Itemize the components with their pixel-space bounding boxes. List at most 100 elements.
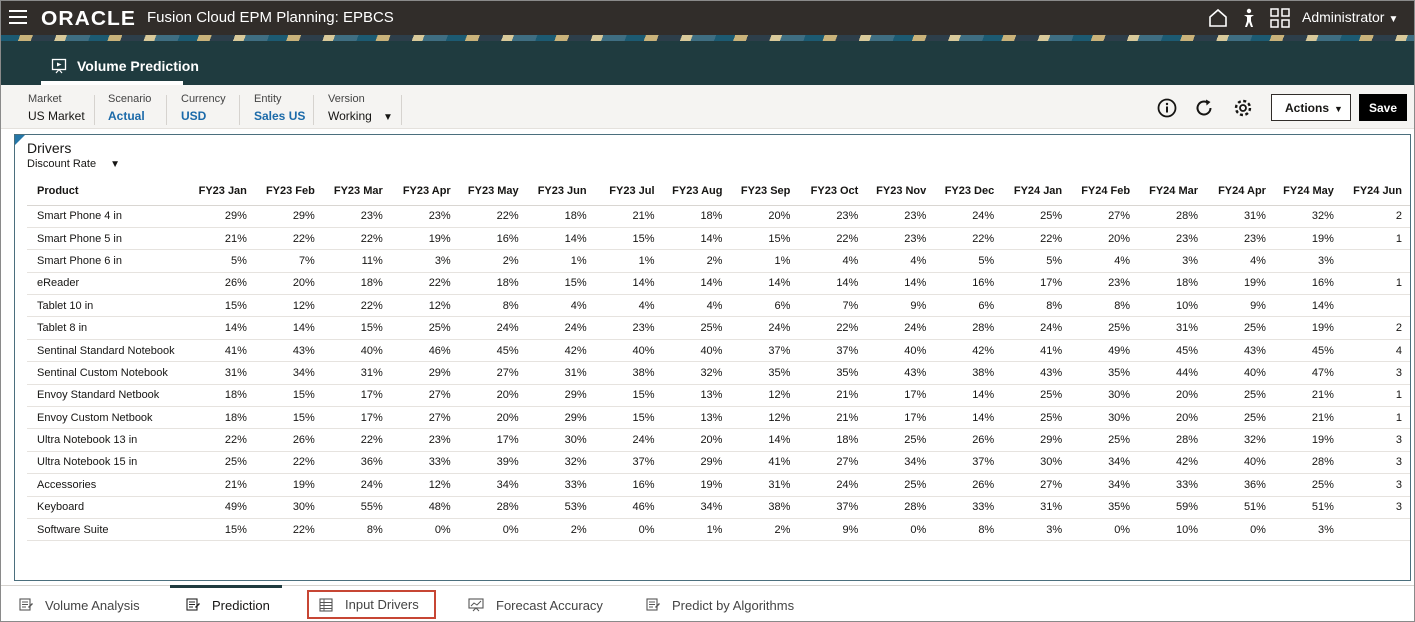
data-cell[interactable]: 15% bbox=[730, 227, 799, 251]
data-cell[interactable]: 4% bbox=[1070, 249, 1139, 273]
data-cell[interactable]: 12% bbox=[390, 473, 459, 497]
data-cell[interactable]: 22% bbox=[322, 428, 391, 452]
data-cell[interactable]: 32% bbox=[1206, 428, 1274, 452]
data-cell[interactable]: 35% bbox=[1070, 496, 1139, 519]
data-cell[interactable]: 32% bbox=[662, 361, 731, 385]
data-cell[interactable]: 14% bbox=[866, 272, 935, 296]
data-cell[interactable]: 46% bbox=[390, 339, 459, 363]
data-cell[interactable]: 8% bbox=[322, 518, 391, 542]
data-cell[interactable]: 48% bbox=[390, 496, 459, 519]
data-cell[interactable]: 30% bbox=[254, 496, 323, 519]
data-cell[interactable]: 45% bbox=[1138, 339, 1207, 363]
data-cell[interactable]: 18% bbox=[798, 428, 867, 452]
pov-market[interactable]: Market US Market bbox=[28, 93, 97, 125]
data-cell[interactable]: 21% bbox=[1273, 406, 1342, 430]
data-cell[interactable]: 29% bbox=[254, 205, 323, 228]
data-cell[interactable]: 31% bbox=[1138, 316, 1207, 340]
data-cell[interactable]: 27% bbox=[1070, 205, 1139, 228]
data-cell[interactable]: 31% bbox=[730, 473, 799, 497]
data-cell[interactable]: 28% bbox=[1273, 451, 1342, 475]
data-cell[interactable]: 51% bbox=[1206, 496, 1274, 519]
data-cell[interactable]: 24% bbox=[322, 473, 391, 497]
data-cell[interactable]: 18% bbox=[322, 272, 391, 296]
data-cell[interactable]: 18% bbox=[526, 205, 595, 228]
data-cell[interactable]: 27% bbox=[390, 406, 459, 430]
data-cell[interactable]: 43% bbox=[1002, 361, 1071, 385]
data-cell[interactable]: 22% bbox=[254, 518, 323, 542]
data-cell[interactable]: 19% bbox=[662, 473, 731, 497]
data-cell[interactable]: 25% bbox=[1206, 384, 1274, 408]
data-cell[interactable]: 8% bbox=[934, 518, 1003, 542]
data-cell[interactable]: 27% bbox=[458, 361, 527, 385]
springboard-grid-icon[interactable] bbox=[1269, 7, 1291, 29]
data-cell[interactable]: 34% bbox=[1070, 473, 1139, 497]
data-cell[interactable]: 18% bbox=[458, 272, 527, 296]
data-cell[interactable]: 27% bbox=[798, 451, 867, 475]
data-cell[interactable]: 37% bbox=[798, 339, 867, 363]
data-cell[interactable]: 3% bbox=[1138, 249, 1207, 273]
data-cell[interactable]: 29% bbox=[662, 451, 731, 475]
data-cell[interactable]: 25% bbox=[186, 451, 255, 475]
data-cell[interactable]: 17% bbox=[322, 384, 391, 408]
data-cell[interactable]: 25% bbox=[1070, 316, 1139, 340]
data-cell[interactable]: 23% bbox=[866, 205, 935, 228]
data-cell[interactable]: 9% bbox=[798, 518, 867, 542]
data-cell[interactable]: 20% bbox=[662, 428, 731, 452]
data-cell[interactable]: 21% bbox=[1273, 384, 1342, 408]
data-cell[interactable]: 45% bbox=[458, 339, 527, 363]
data-cell[interactable]: 55% bbox=[322, 496, 391, 519]
data-cell[interactable]: 14% bbox=[730, 428, 799, 452]
data-cell[interactable]: 5% bbox=[934, 249, 1003, 273]
data-cell[interactable]: 12% bbox=[730, 406, 799, 430]
data-cell[interactable]: 15% bbox=[526, 272, 595, 296]
data-cell[interactable]: 17% bbox=[1002, 272, 1071, 296]
data-cell[interactable]: 20% bbox=[1138, 384, 1207, 408]
data-cell[interactable]: 40% bbox=[1206, 361, 1274, 385]
data-cell[interactable]: 19% bbox=[254, 473, 323, 497]
data-cell[interactable]: 24% bbox=[730, 316, 799, 340]
data-cell[interactable]: 0% bbox=[866, 518, 935, 542]
data-cell[interactable]: 59% bbox=[1138, 496, 1207, 519]
tab-forecast-accuracy[interactable]: Forecast Accuracy bbox=[458, 591, 613, 619]
tab-input-drivers[interactable]: Input Drivers bbox=[307, 590, 436, 619]
data-cell[interactable]: 39% bbox=[458, 451, 527, 475]
data-cell[interactable]: 30% bbox=[526, 428, 595, 452]
data-cell[interactable]: 3% bbox=[1273, 518, 1342, 542]
data-cell[interactable]: 17% bbox=[866, 384, 935, 408]
data-cell[interactable]: 1 bbox=[1341, 227, 1410, 251]
data-cell[interactable]: 40% bbox=[1206, 451, 1274, 475]
data-cell[interactable]: 22% bbox=[1002, 227, 1071, 251]
data-cell[interactable]: 31% bbox=[1206, 205, 1274, 228]
data-cell[interactable]: 43% bbox=[866, 361, 935, 385]
data-cell[interactable]: 9% bbox=[1206, 294, 1274, 318]
data-cell[interactable]: 21% bbox=[594, 205, 663, 228]
data-cell[interactable]: 31% bbox=[186, 361, 255, 385]
data-cell[interactable]: 2% bbox=[662, 249, 731, 273]
tab-volume-prediction[interactable]: Volume Prediction bbox=[39, 47, 203, 85]
data-cell[interactable]: 10% bbox=[1138, 294, 1207, 318]
data-cell[interactable]: 3 bbox=[1341, 473, 1410, 497]
data-cell[interactable]: 18% bbox=[1138, 272, 1207, 296]
data-cell[interactable]: 25% bbox=[1002, 384, 1071, 408]
data-cell[interactable]: 22% bbox=[254, 227, 323, 251]
data-cell[interactable]: 19% bbox=[1206, 272, 1274, 296]
data-cell[interactable]: 33% bbox=[526, 473, 595, 497]
data-cell[interactable] bbox=[1341, 249, 1410, 273]
data-cell[interactable]: 40% bbox=[322, 339, 391, 363]
data-cell[interactable]: 19% bbox=[1273, 316, 1342, 340]
data-cell[interactable]: 28% bbox=[866, 496, 935, 519]
data-cell[interactable]: 15% bbox=[186, 294, 255, 318]
data-cell[interactable]: 3 bbox=[1341, 451, 1410, 475]
data-cell[interactable]: 29% bbox=[390, 361, 459, 385]
data-cell[interactable]: 1 bbox=[1341, 406, 1410, 430]
data-cell[interactable]: 23% bbox=[322, 205, 391, 228]
data-cell[interactable]: 41% bbox=[186, 339, 255, 363]
data-cell[interactable]: 12% bbox=[730, 384, 799, 408]
data-cell[interactable]: 49% bbox=[186, 496, 255, 519]
data-cell[interactable]: 26% bbox=[934, 428, 1003, 452]
data-cell[interactable]: 25% bbox=[1206, 316, 1274, 340]
data-cell[interactable]: 21% bbox=[186, 473, 255, 497]
data-cell[interactable]: 24% bbox=[866, 316, 935, 340]
data-cell[interactable]: 10% bbox=[1138, 518, 1207, 542]
data-cell[interactable]: 29% bbox=[186, 205, 255, 228]
